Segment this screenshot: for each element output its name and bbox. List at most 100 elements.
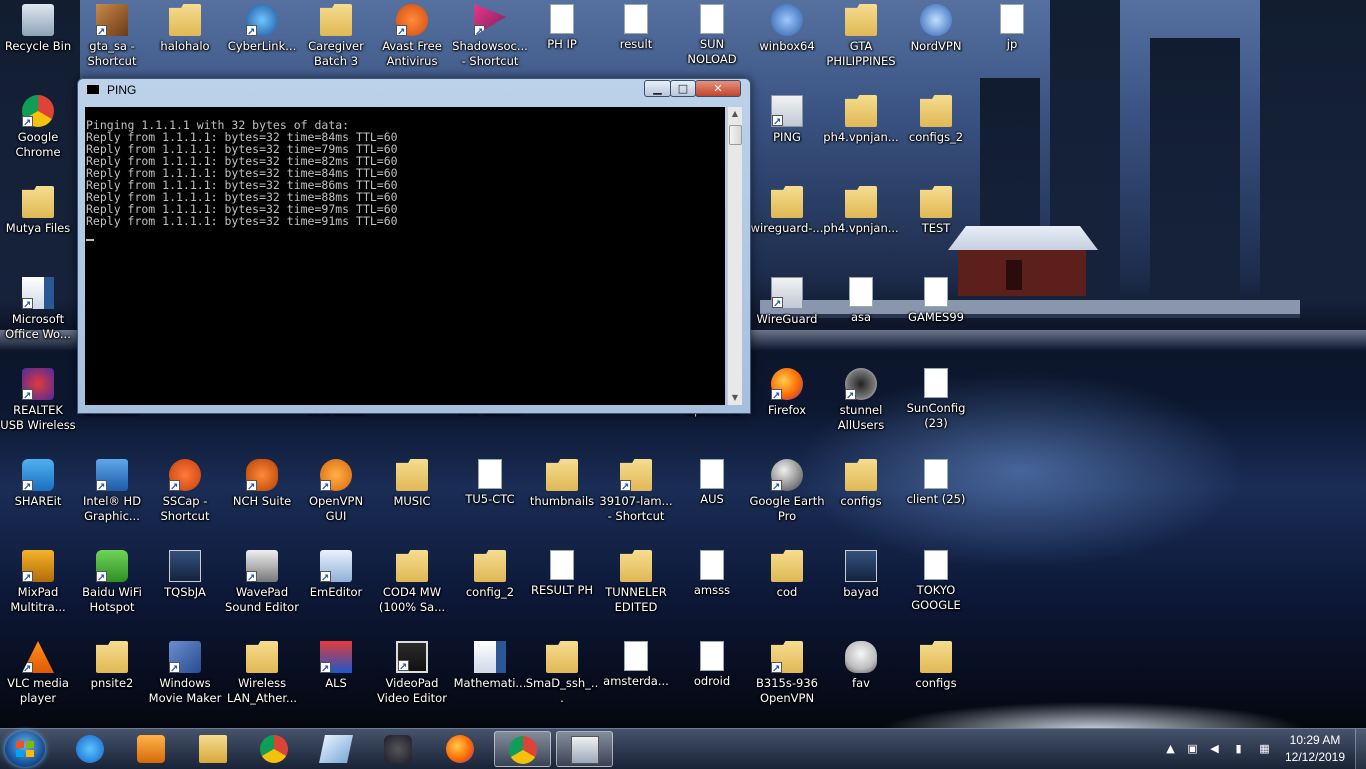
- taskbar-button[interactable]: [494, 731, 551, 767]
- desktop-icon[interactable]: TOKYO GOOGLE: [898, 546, 974, 630]
- desktop-icon[interactable]: TQSbJA: [147, 546, 223, 630]
- network-icon[interactable]: ▦: [1258, 742, 1271, 755]
- signal-icon[interactable]: ▮: [1232, 742, 1245, 755]
- desktop-icon[interactable]: ph4.vpnjan...: [823, 182, 899, 266]
- desktop-icon[interactable]: halohalo: [147, 0, 223, 84]
- taskbar-button[interactable]: [123, 731, 180, 767]
- desktop-icon[interactable]: MixPad Multitra...: [0, 546, 76, 630]
- desktop-icon[interactable]: wireguard-...: [749, 182, 825, 266]
- desktop-icon[interactable]: Caregiver Batch 3: [298, 0, 374, 84]
- show-hidden-icons-icon[interactable]: ▲: [1164, 742, 1177, 755]
- desktop-icon[interactable]: fav: [823, 637, 899, 721]
- desktop-icon[interactable]: VideoPad Video Editor: [374, 637, 450, 721]
- desktop-icon[interactable]: gta_sa - Shortcut: [74, 0, 150, 84]
- desktop-icon[interactable]: cod: [749, 546, 825, 630]
- desktop-icon[interactable]: Intel® HD Graphic...: [74, 455, 150, 539]
- desktop-icon[interactable]: asa: [823, 273, 899, 357]
- desktop-icon[interactable]: GTA PHILIPPINES: [823, 0, 899, 84]
- desktop-icon[interactable]: Firefox: [749, 364, 825, 448]
- desktop-icon[interactable]: SunConfig (23): [898, 364, 974, 448]
- desktop-icon[interactable]: bayad: [823, 546, 899, 630]
- scroll-up-arrow-icon[interactable]: ▲: [728, 107, 742, 121]
- clock-time[interactable]: 10:29 AM: [1279, 733, 1351, 747]
- desktop-icon[interactable]: SUN NOLOAD: [674, 0, 750, 84]
- desktop-icon[interactable]: EmEditor: [298, 546, 374, 630]
- desktop-icon[interactable]: PING: [749, 91, 825, 175]
- desktop-icon[interactable]: jp: [974, 0, 1050, 84]
- desktop-icon[interactable]: amsss: [674, 546, 750, 630]
- taskbar-button[interactable]: [432, 731, 489, 767]
- desktop-icon[interactable]: winbox64: [749, 0, 825, 84]
- desktop-icon[interactable]: SHAREit: [0, 455, 76, 539]
- desktop-icon[interactable]: VLC media player: [0, 637, 76, 721]
- minimize-button[interactable]: ▁: [644, 80, 671, 97]
- desktop-icon[interactable]: configs: [898, 637, 974, 721]
- desktop-icon[interactable]: WavePad Sound Editor: [224, 546, 300, 630]
- volume-icon[interactable]: ◀: [1208, 742, 1221, 755]
- desktop-icon[interactable]: Wireless LAN_Ather...: [224, 637, 300, 721]
- start-button[interactable]: [5, 731, 45, 767]
- desktop-icon[interactable]: Google Chrome: [0, 91, 76, 175]
- desktop-icon[interactable]: stunnel AllUsers: [823, 364, 899, 448]
- desktop-icon[interactable]: ph4.vpnjan...: [823, 91, 899, 175]
- desktop-icon[interactable]: amsterda...: [598, 637, 674, 721]
- maximize-button[interactable]: □: [670, 80, 696, 97]
- console-output[interactable]: Pinging 1.1.1.1 with 32 bytes of data: R…: [85, 107, 725, 405]
- desktop-icon[interactable]: NCH Suite: [224, 455, 300, 539]
- taskbar-button[interactable]: [308, 731, 365, 767]
- desktop-icon[interactable]: 39107-lam... - Shortcut (2): [598, 455, 674, 539]
- desktop-icon[interactable]: result: [598, 0, 674, 84]
- desktop-icon[interactable]: configs: [823, 455, 899, 539]
- desktop-icon[interactable]: SmaD_ssh_...: [524, 637, 600, 721]
- desktop-icon[interactable]: Mathemati...: [452, 637, 528, 721]
- desktop-icon[interactable]: SSCap - Shortcut: [147, 455, 223, 539]
- clock-date[interactable]: 12/12/2019: [1279, 750, 1351, 764]
- taskbar-button[interactable]: [62, 731, 119, 767]
- desktop-icon[interactable]: Google Earth Pro: [749, 455, 825, 539]
- window-titlebar[interactable]: PING ▁ □ ✕: [78, 79, 750, 101]
- taskbar-button[interactable]: [556, 731, 613, 767]
- desktop-icon[interactable]: Avast Free Antivirus: [374, 0, 450, 84]
- desktop-icon[interactable]: ALS: [298, 637, 374, 721]
- desktop-icon[interactable]: thumbnails: [524, 455, 600, 539]
- taskbar-button[interactable]: [246, 731, 303, 767]
- desktop-icon[interactable]: config_2: [452, 546, 528, 630]
- desktop-icon[interactable]: Microsoft Office Wo...: [0, 273, 76, 357]
- desktop-icon[interactable]: MUSIC: [374, 455, 450, 539]
- desktop-icon[interactable]: GAMES99: [898, 273, 974, 357]
- desktop-icon[interactable]: B315s-936 OpenVPN: [749, 637, 825, 721]
- desktop-icon[interactable]: TUNNELER EDITED: [598, 546, 674, 630]
- desktop-icon[interactable]: Shadowsoc... - Shortcut: [452, 0, 528, 84]
- desktop-icon[interactable]: TEST: [898, 182, 974, 266]
- desktop-icon[interactable]: Mutya Files: [0, 182, 76, 266]
- desktop-icon[interactable]: OpenVPN GUI: [298, 455, 374, 539]
- taskbar-button[interactable]: [185, 731, 242, 767]
- desktop-icon[interactable]: RESULT PH: [524, 546, 600, 630]
- desktop-icon[interactable]: TU5-CTC: [452, 455, 528, 539]
- folder-icon: [771, 186, 803, 218]
- vertical-scrollbar[interactable]: ▲ ▼: [727, 107, 742, 405]
- desktop-icon[interactable]: pnsite2: [74, 637, 150, 721]
- scroll-down-arrow-icon[interactable]: ▼: [728, 391, 742, 405]
- taskbar-button[interactable]: [370, 731, 427, 767]
- desktop-icon[interactable]: odroid: [674, 637, 750, 721]
- tree: [1260, 0, 1366, 298]
- desktop-icon[interactable]: COD4 MW (100% Sa...: [374, 546, 450, 630]
- desktop-icon[interactable]: Windows Movie Maker: [147, 637, 223, 721]
- close-button[interactable]: ✕: [695, 80, 741, 97]
- desktop-icon[interactable]: WireGuard: [749, 273, 825, 357]
- desktop-icon[interactable]: Baidu WiFi Hotspot: [74, 546, 150, 630]
- desktop-icon[interactable]: REALTEK USB Wireless LA...: [0, 364, 76, 448]
- desktop-icon[interactable]: AUS: [674, 455, 750, 539]
- desktop-icon[interactable]: Recycle Bin: [0, 0, 76, 84]
- desktop-icon[interactable]: PH IP: [524, 0, 600, 84]
- image-icon: [169, 550, 201, 582]
- desktop-icon[interactable]: client (25): [898, 455, 974, 539]
- scroll-thumb[interactable]: [729, 125, 742, 145]
- show-desktop-button[interactable]: [1355, 729, 1366, 769]
- desktop-icon[interactable]: configs_2: [898, 91, 974, 175]
- device-icon[interactable]: ▣: [1186, 742, 1199, 755]
- desktop-icon[interactable]: CyberLink...: [224, 0, 300, 84]
- desktop-icon[interactable]: NordVPN: [898, 0, 974, 84]
- ping-console-window[interactable]: PING ▁ □ ✕ Pinging 1.1.1.1 with 32 bytes…: [77, 78, 751, 414]
